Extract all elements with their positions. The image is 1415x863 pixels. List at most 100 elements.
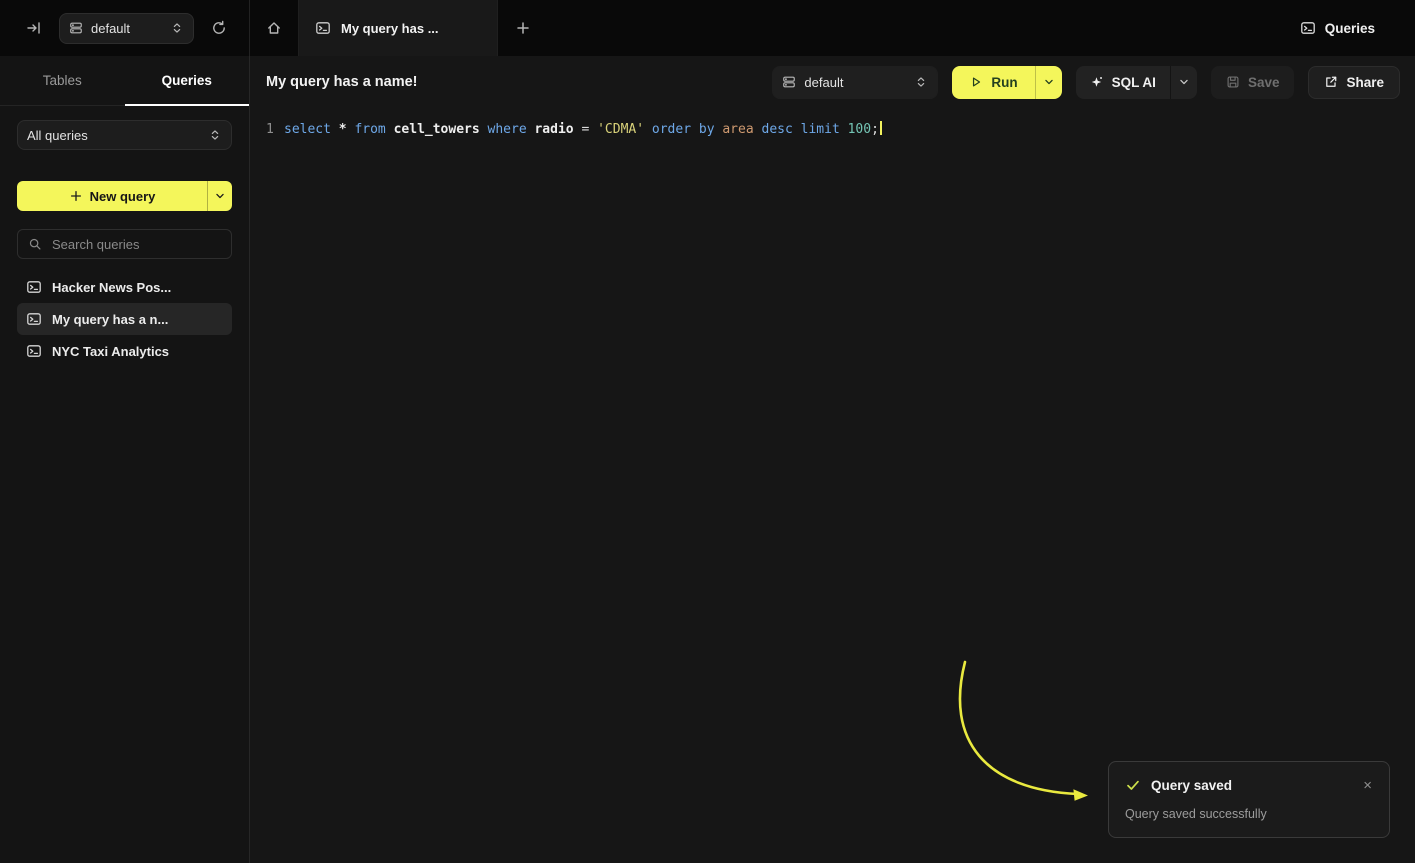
search-queries-input[interactable]: [50, 236, 221, 253]
sidebar-tabs: Tables Queries: [0, 56, 249, 106]
database-select-value: default: [91, 21, 162, 36]
query-list: Hacker News Pos... My query has a n... N…: [17, 271, 232, 367]
search-queries-box: [17, 229, 232, 259]
sql-token: limit: [801, 122, 840, 137]
save-icon: [1226, 75, 1240, 89]
line-number: 1: [250, 120, 276, 139]
main-panel: My query has a name! default Run: [250, 56, 1415, 863]
chevron-down-icon: [213, 189, 227, 203]
refresh-icon: [211, 20, 227, 36]
sql-token: radio: [534, 122, 573, 137]
toast-header: Query saved ×: [1125, 777, 1373, 793]
toast-close-button[interactable]: ×: [1362, 778, 1373, 793]
query-item-label: My query has a n...: [52, 312, 168, 327]
home-button[interactable]: [250, 0, 298, 56]
run-label: Run: [991, 75, 1017, 90]
queries-icon: [1300, 20, 1316, 36]
query-list-item[interactable]: Hacker News Pos...: [17, 271, 232, 303]
database-select-top[interactable]: default: [59, 13, 194, 44]
new-tab-button[interactable]: [498, 0, 548, 56]
main-header: My query has a name! default Run: [250, 56, 1415, 108]
sql-token: 'CDMA': [597, 122, 644, 137]
queries-indicator-label: Queries: [1325, 21, 1375, 36]
sql-editor[interactable]: 1 select * from cell_towers where radio …: [250, 108, 1415, 139]
toast-title: Query saved: [1151, 778, 1352, 793]
collapse-sidebar-button[interactable]: [20, 14, 48, 42]
check-icon: [1125, 777, 1141, 793]
sidebar-tab-queries[interactable]: Queries: [125, 56, 250, 106]
queries-indicator[interactable]: Queries: [1300, 0, 1415, 56]
query-list-item[interactable]: NYC Taxi Analytics: [17, 335, 232, 367]
sql-token: area: [722, 122, 753, 137]
query-filter-value: All queries: [27, 128, 200, 143]
sql-token: [386, 122, 394, 137]
sql-token: order by: [652, 122, 715, 137]
query-icon: [26, 279, 42, 295]
plus-icon: [69, 189, 83, 203]
collapse-sidebar-icon: [26, 20, 42, 36]
chevron-down-icon: [1042, 75, 1056, 89]
sql-code-line: select * from cell_towers where radio = …: [284, 120, 882, 139]
sparkle-icon: [1090, 75, 1104, 89]
sql-ai-button[interactable]: SQL AI: [1076, 66, 1170, 99]
plus-icon: [515, 20, 531, 36]
tab-title: My query has ...: [341, 21, 439, 36]
share-label: Share: [1346, 75, 1384, 90]
toast-message: Query saved successfully: [1125, 807, 1373, 821]
sql-token: =: [574, 122, 597, 137]
new-query-label: New query: [90, 189, 156, 204]
new-query-dropdown-button[interactable]: [208, 181, 232, 211]
query-icon: [26, 311, 42, 327]
sql-token: *: [339, 122, 347, 137]
top-bar-left: default: [0, 0, 250, 56]
sidebar-tab-tables[interactable]: Tables: [0, 56, 125, 106]
sql-token: desc: [762, 122, 793, 137]
content-area: Tables Queries All queries New query: [0, 56, 1415, 863]
new-query-split-button: New query: [17, 181, 232, 211]
chevron-down-icon: [1177, 75, 1191, 89]
tab-my-query[interactable]: My query has ...: [298, 0, 498, 56]
top-bar-main: My query has ... Queries: [250, 0, 1415, 56]
database-select-main[interactable]: default: [772, 66, 938, 99]
query-icon: [315, 20, 331, 36]
chevron-updown-icon: [914, 75, 928, 89]
top-bar-spacer: [548, 0, 1300, 56]
sidebar: Tables Queries All queries New query: [0, 56, 250, 863]
query-filter-select[interactable]: All queries: [17, 120, 232, 150]
save-button[interactable]: Save: [1211, 66, 1295, 99]
sql-token: [793, 122, 801, 137]
sql-token: [754, 122, 762, 137]
sql-token: select: [284, 122, 331, 137]
query-item-label: Hacker News Pos...: [52, 280, 171, 295]
refresh-button[interactable]: [205, 14, 233, 42]
sql-token: where: [488, 122, 527, 137]
share-button[interactable]: Share: [1308, 66, 1400, 99]
save-label: Save: [1248, 75, 1280, 90]
sql-token: cell_towers: [394, 122, 480, 137]
sql-ai-split-button: SQL AI: [1076, 66, 1197, 99]
sql-ai-label: SQL AI: [1112, 75, 1156, 90]
share-icon: [1324, 75, 1338, 89]
chevron-updown-icon: [170, 21, 184, 35]
sql-token: [331, 122, 339, 137]
sidebar-body: All queries New query Hacker News Pos...: [0, 106, 249, 381]
database-select-value: default: [804, 75, 906, 90]
chevron-updown-icon: [208, 128, 222, 142]
sql-token: [644, 122, 652, 137]
run-options-button[interactable]: [1036, 66, 1062, 99]
query-icon: [26, 343, 42, 359]
sql-token: [480, 122, 488, 137]
sql-ai-dropdown-button[interactable]: [1171, 66, 1197, 99]
query-list-item[interactable]: My query has a n...: [17, 303, 232, 335]
sql-token: from: [354, 122, 385, 137]
sql-token: [840, 122, 848, 137]
search-icon: [28, 237, 42, 251]
home-icon: [266, 20, 282, 36]
new-query-button[interactable]: New query: [17, 181, 207, 211]
database-icon: [782, 75, 796, 89]
run-split-button: Run: [952, 66, 1061, 99]
sql-token: 100: [848, 122, 871, 137]
run-button[interactable]: Run: [952, 66, 1034, 99]
editor-caret: [880, 121, 882, 135]
query-title: My query has a name!: [266, 74, 418, 90]
